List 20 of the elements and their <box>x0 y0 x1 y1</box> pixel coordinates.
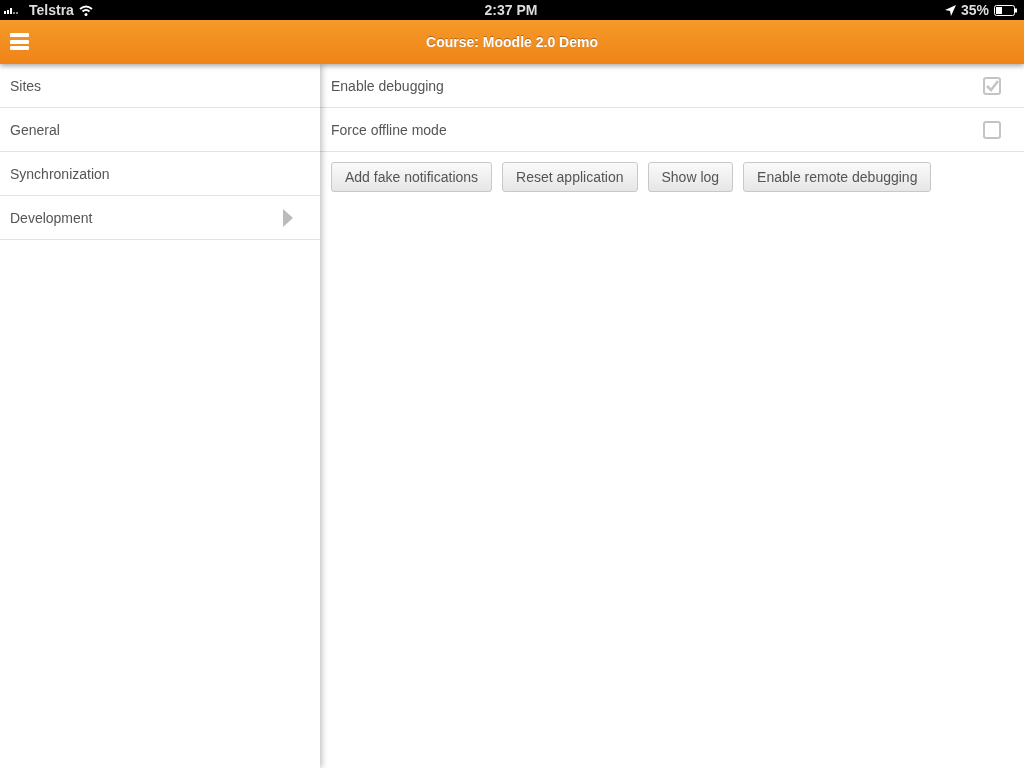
clock-time: 2:37 PM <box>484 2 538 18</box>
wifi-icon <box>78 4 93 16</box>
action-button[interactable]: Show log <box>647 162 734 192</box>
page-title: Course: Moodle 2.0 Demo <box>426 34 598 50</box>
checkbox[interactable] <box>983 120 1001 139</box>
battery-icon <box>994 4 1018 16</box>
sidebar-item[interactable]: General <box>0 108 320 152</box>
action-button[interactable]: Reset application <box>502 162 638 192</box>
location-arrow-icon <box>944 4 956 16</box>
action-button[interactable]: Add fake notifications <box>331 162 493 192</box>
setting-label: Force offline mode <box>331 121 447 138</box>
battery-percent: 35% <box>960 2 989 18</box>
setting-label: Enable debugging <box>331 77 444 94</box>
sidebar-item[interactable]: Development <box>0 196 320 240</box>
sidebar-item[interactable]: Sites <box>0 64 320 108</box>
carrier-name: Telstra <box>29 2 74 18</box>
action-button[interactable]: Enable remote debugging <box>743 162 932 192</box>
checkbox[interactable] <box>983 76 1001 95</box>
menu-icon[interactable] <box>10 33 29 50</box>
sidebar-item[interactable]: Synchronization <box>0 152 320 196</box>
